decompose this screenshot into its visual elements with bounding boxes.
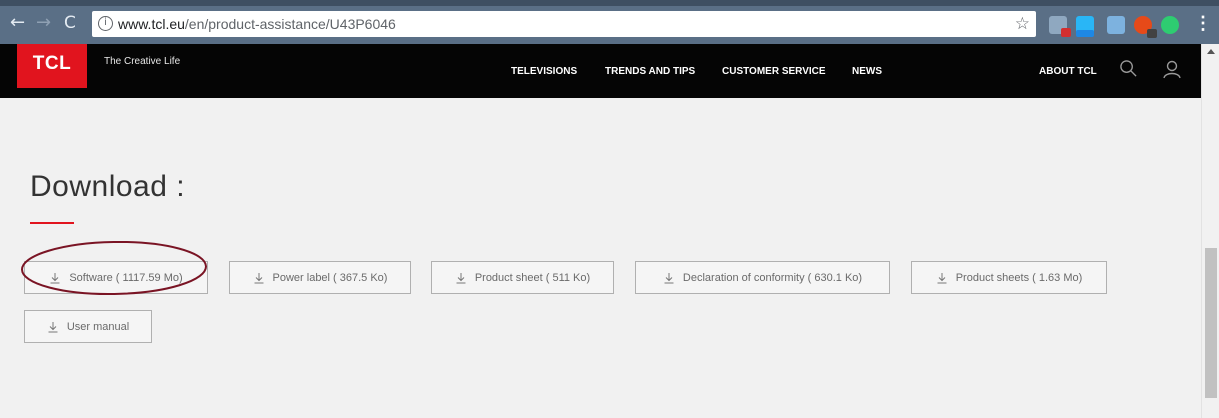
download-product-sheets-button[interactable]: Product sheets ( 1.63 Mo) xyxy=(911,261,1107,294)
nav-about-tcl[interactable]: ABOUT TCL xyxy=(1039,66,1097,77)
stylus-extension-icon[interactable] xyxy=(1076,16,1094,37)
download-icon xyxy=(48,321,58,332)
grammarly-extension-icon[interactable] xyxy=(1161,16,1179,34)
download-label: Product sheets ( 1.63 Mo) xyxy=(955,271,1083,284)
url-path: /en/product-assistance/U43P6046 xyxy=(184,16,396,32)
reload-button[interactable]: C xyxy=(64,14,76,32)
extension-icon[interactable] xyxy=(1049,16,1071,37)
download-label: Software ( 1117.59 Mo) xyxy=(69,271,183,284)
download-section: Download : Software ( 1117.59 Mo) Power … xyxy=(0,98,1201,418)
download-software-button[interactable]: Software ( 1117.59 Mo) xyxy=(24,261,208,294)
download-label: Declaration of conformity ( 630.1 Ko) xyxy=(682,271,863,284)
extension-icon[interactable] xyxy=(1107,16,1125,34)
download-icon xyxy=(456,272,466,283)
page-scrollbar[interactable] xyxy=(1201,44,1219,418)
title-accent-line xyxy=(30,222,74,224)
browser-toolbar: ← → C i www.tcl.eu/en/product-assistance… xyxy=(0,0,1219,44)
tagline: The Creative Life xyxy=(104,56,181,67)
extension-badge xyxy=(1147,29,1157,38)
extension-badge xyxy=(1076,30,1094,37)
download-icon xyxy=(254,272,264,283)
address-bar[interactable]: i www.tcl.eu/en/product-assistance/U43P6… xyxy=(92,11,1036,37)
scroll-up-arrow-icon[interactable] xyxy=(1207,49,1215,54)
nav-customer-service[interactable]: CUSTOMER SERVICE xyxy=(722,66,826,77)
download-product-sheet-button[interactable]: Product sheet ( 511 Ko) xyxy=(431,261,614,294)
page-title: Download : xyxy=(30,170,186,203)
download-icon xyxy=(937,272,947,283)
user-icon[interactable] xyxy=(1162,59,1182,79)
download-label: Product sheet ( 511 Ko) xyxy=(474,271,591,284)
info-icon[interactable]: i xyxy=(98,16,113,31)
scroll-thumb[interactable] xyxy=(1205,248,1217,398)
opera-extension-icon[interactable] xyxy=(1134,16,1157,38)
back-button[interactable]: ← xyxy=(10,14,25,32)
nav-trends-and-tips[interactable]: TRENDS AND TIPS xyxy=(605,66,695,77)
tcl-logo[interactable]: TCL xyxy=(17,44,87,88)
url-text[interactable]: www.tcl.eu/en/product-assistance/U43P604… xyxy=(118,16,396,32)
download-icon xyxy=(664,272,674,283)
download-power-label-button[interactable]: Power label ( 367.5 Ko) xyxy=(229,261,411,294)
url-host: www.tcl.eu xyxy=(118,16,185,32)
download-label: Power label ( 367.5 Ko) xyxy=(272,271,388,284)
browser-menu-icon[interactable]: ⋮ xyxy=(1194,14,1212,32)
nav-televisions[interactable]: TELEVISIONS xyxy=(511,66,577,77)
bookmark-star-icon[interactable]: ☆ xyxy=(1015,14,1030,34)
download-icon xyxy=(50,272,60,283)
site-header: TCL The Creative Life TELEVISIONS TRENDS… xyxy=(0,44,1201,98)
nav-news[interactable]: NEWS xyxy=(852,66,882,77)
download-user-manual-button[interactable]: User manual xyxy=(24,310,152,343)
forward-button[interactable]: → xyxy=(36,14,51,32)
download-label: User manual xyxy=(66,320,130,333)
download-declaration-of-conformity-button[interactable]: Declaration of conformity ( 630.1 Ko) xyxy=(635,261,890,294)
search-icon[interactable] xyxy=(1119,59,1138,78)
extension-badge xyxy=(1061,28,1071,37)
